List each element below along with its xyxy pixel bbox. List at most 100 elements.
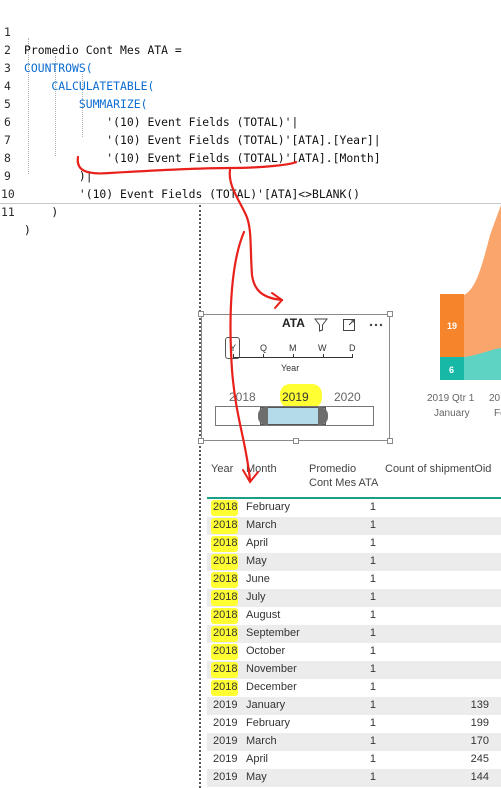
- code-line: 6 '(10) Event Fields (TOTAL)'[ATA].[Year…: [0, 95, 501, 147]
- resize-handle[interactable]: [198, 311, 204, 317]
- x-axis-tick-label: 20: [489, 393, 501, 404]
- cell-year: 2018: [213, 681, 238, 693]
- granularity-tick: [263, 354, 264, 358]
- granularity-week[interactable]: W: [318, 343, 327, 353]
- table-row[interactable]: 2018 December 1: [207, 679, 501, 697]
- resize-handle[interactable]: [293, 438, 299, 444]
- dax-formula-editor[interactable]: 1 Promedio Cont Mes ATA = 2 COUNTROWS( 3…: [0, 0, 501, 237]
- column-header-year[interactable]: Year: [211, 462, 233, 476]
- granularity-day[interactable]: D: [349, 343, 356, 353]
- granularity-month[interactable]: M: [289, 343, 297, 353]
- table-row[interactable]: 2019 January 1 139: [207, 697, 501, 715]
- resize-handle[interactable]: [387, 438, 393, 444]
- slicer-title: ATA: [282, 316, 305, 330]
- year-label-2018: 2018: [229, 390, 256, 404]
- cell-year: 2018: [213, 645, 238, 657]
- resize-handle[interactable]: [198, 438, 204, 444]
- cell-count: 139: [470, 699, 489, 711]
- code-line: 5 '(10) Event Fields (TOTAL)'|: [0, 77, 501, 129]
- cell-promedio: 1: [369, 735, 376, 747]
- cell-year: 2019: [213, 753, 238, 765]
- year-label-2019: 2019: [282, 390, 309, 404]
- column-header-promedio-line2[interactable]: Cont Mes ATA: [309, 476, 378, 490]
- date-slicer[interactable]: ATA Y Q M W D Year 2018 2019 2020: [198, 311, 393, 444]
- column-header-month[interactable]: Month: [246, 462, 277, 476]
- granularity-tick: [352, 354, 353, 358]
- cell-month: October: [246, 645, 286, 657]
- cell-month: April: [246, 753, 269, 765]
- cell-promedio: 1: [369, 519, 376, 531]
- cell-month: March: [246, 735, 277, 747]
- cell-year: 2018: [213, 537, 238, 549]
- granularity-year[interactable]: Y: [230, 343, 236, 353]
- x-axis-tick-label: Fe: [494, 408, 501, 419]
- cell-year: 2019: [213, 771, 238, 783]
- cell-month: August: [246, 609, 281, 621]
- granularity-tick: [323, 354, 324, 358]
- cell-month: May: [246, 555, 267, 567]
- selected-range[interactable]: [260, 407, 326, 425]
- cell-promedio: 1: [369, 537, 376, 549]
- table-row[interactable]: 2019 February 1 199: [207, 715, 501, 733]
- data-label: 19: [447, 321, 458, 331]
- focus-mode-icon[interactable]: [342, 318, 356, 332]
- resize-handle[interactable]: [387, 311, 393, 317]
- cell-count: 245: [470, 753, 489, 765]
- year-label-2020: 2020: [334, 390, 361, 404]
- cell-year: 2018: [213, 609, 238, 621]
- data-label: 6: [449, 365, 455, 375]
- table-row[interactable]: 2018 February 1: [207, 499, 501, 517]
- table-row[interactable]: 2018 July 1: [207, 589, 501, 607]
- cell-promedio: 1: [369, 555, 376, 567]
- code-text: ): [24, 223, 31, 237]
- range-start-handle[interactable]: [258, 407, 268, 425]
- cell-month: November: [246, 663, 297, 675]
- column-header-promedio[interactable]: Promedio: [309, 462, 356, 476]
- cell-promedio: 1: [369, 609, 376, 621]
- cell-promedio: 1: [369, 753, 376, 765]
- column-header-count[interactable]: Count of shipmentOid: [385, 462, 491, 476]
- cell-year: 2019: [213, 699, 238, 711]
- cell-month: January: [246, 699, 286, 711]
- table-row[interactable]: 2018 October 1: [207, 643, 501, 661]
- cell-count: 170: [470, 735, 489, 747]
- cell-promedio: 1: [369, 645, 376, 657]
- table-row[interactable]: 2019 May 1 144: [207, 769, 501, 787]
- table-row[interactable]: 2018 November 1: [207, 661, 501, 679]
- cell-month: July: [246, 591, 266, 603]
- code-line: 10 ): [0, 167, 501, 219]
- cell-promedio: 1: [369, 627, 376, 639]
- cell-month: September: [246, 627, 300, 639]
- cell-month: March: [246, 519, 277, 531]
- cell-year: 2018: [213, 555, 238, 567]
- table-row[interactable]: 2018 April 1: [207, 535, 501, 553]
- cell-month: February: [246, 717, 291, 729]
- cell-month: June: [246, 573, 270, 585]
- filter-icon[interactable]: [314, 318, 328, 332]
- code-line: 2 COUNTROWS(: [0, 23, 501, 75]
- code-line: 1 Promedio Cont Mes ATA =: [0, 5, 501, 57]
- cell-year: 2018: [213, 591, 238, 603]
- cell-promedio: 1: [369, 699, 376, 711]
- code-line: 7 '(10) Event Fields (TOTAL)'[ATA].[Mont…: [0, 113, 501, 165]
- table-row[interactable]: 2018 March 1: [207, 517, 501, 535]
- cell-promedio: 1: [369, 771, 376, 783]
- granularity-quarter[interactable]: Q: [260, 343, 267, 353]
- cell-count: 144: [470, 771, 489, 783]
- cell-year: 2018: [213, 501, 238, 513]
- cell-promedio: 1: [369, 681, 376, 693]
- cell-promedio: 1: [369, 501, 376, 513]
- table-row[interactable]: 2018 September 1: [207, 625, 501, 643]
- code-line: 3 CALCULATETABLE(: [0, 41, 501, 93]
- table-row[interactable]: 2018 June 1: [207, 571, 501, 589]
- table-row[interactable]: 2019 April 1 245: [207, 751, 501, 769]
- table-row[interactable]: 2018 August 1: [207, 607, 501, 625]
- cell-count: 199: [470, 717, 489, 729]
- table-row[interactable]: 2019 March 1 170: [207, 733, 501, 751]
- code-line: 8 )|: [0, 131, 501, 183]
- granularity-tick: [233, 354, 234, 358]
- more-options-icon[interactable]: [369, 318, 383, 332]
- cell-month: April: [246, 537, 269, 549]
- cell-promedio: 1: [369, 663, 376, 675]
- table-row[interactable]: 2018 May 1: [207, 553, 501, 571]
